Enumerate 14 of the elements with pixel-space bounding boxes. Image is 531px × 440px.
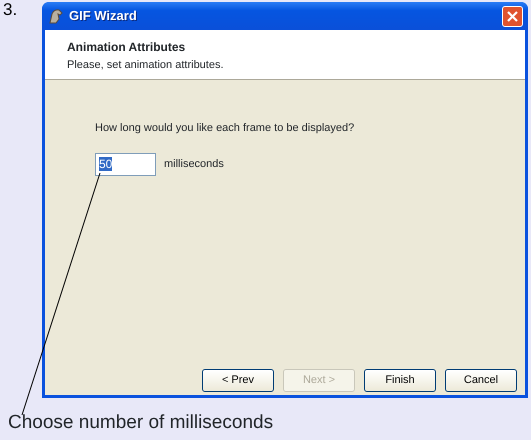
wizard-button[interactable]: Finish — [364, 369, 436, 392]
wizard-button[interactable]: Cancel — [445, 369, 517, 392]
page-title: Animation Attributes — [67, 39, 186, 55]
wizard-button[interactable]: < Prev — [202, 369, 274, 392]
unit-label: milliseconds — [164, 156, 224, 172]
close-icon — [506, 10, 519, 22]
step-number: 3. — [2, 0, 18, 21]
question-text: How long would you like each frame to be displayed? — [95, 122, 354, 134]
page-subtitle: Please, set animation attributes. — [67, 58, 225, 72]
close-button[interactable] — [502, 6, 523, 26]
input-field[interactable]: 50 — [95, 152, 156, 176]
caption-text: Choose number of milliseconds — [7, 412, 274, 434]
app-icon — [47, 7, 65, 25]
window-title: GIF Wizard — [69, 7, 138, 26]
